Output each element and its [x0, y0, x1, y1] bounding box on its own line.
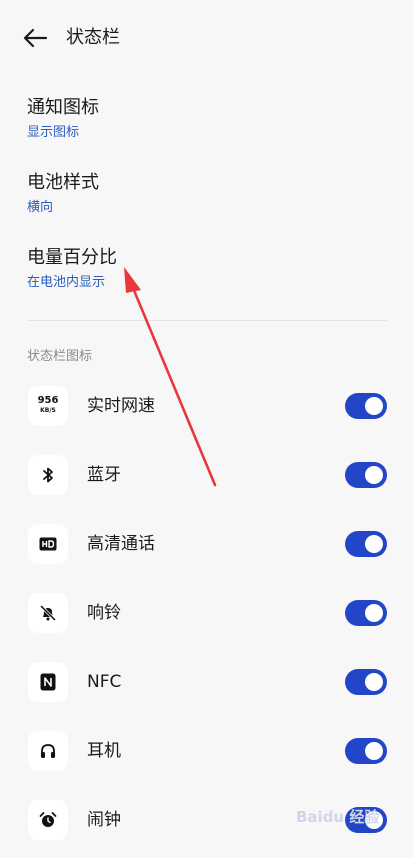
toggle-row-hd-call[interactable]: 高清通话 — [0, 519, 414, 569]
setting-value: 在电池内显示 — [27, 275, 106, 290]
bell-off-icon — [28, 593, 68, 633]
row-label: 耳机 — [87, 741, 121, 761]
row-label: 蓝牙 — [87, 465, 121, 485]
headphones-toggle[interactable] — [345, 738, 387, 764]
toggle-row-ring[interactable]: 响铃 — [0, 588, 414, 638]
headphones-icon — [28, 731, 68, 771]
toggle-row-bluetooth[interactable]: 蓝牙 — [0, 450, 414, 500]
network-speed-toggle[interactable] — [345, 393, 387, 419]
setting-label: 通知图标 — [27, 97, 99, 118]
alarm-icon — [28, 800, 68, 840]
row-label: 高清通话 — [87, 534, 155, 554]
speed-value: 956 — [37, 395, 59, 406]
setting-label: 电池样式 — [27, 172, 99, 193]
bluetooth-toggle[interactable] — [345, 462, 387, 488]
speed-unit: KB/S — [40, 407, 56, 414]
row-label: 响铃 — [87, 603, 121, 623]
row-label: NFC — [87, 672, 122, 692]
hd-call-toggle[interactable] — [345, 531, 387, 557]
toggle-row-network-speed[interactable]: 956 KB/S 实时网速 — [0, 381, 414, 431]
back-arrow-icon[interactable] — [22, 26, 48, 50]
row-label: 闹钟 — [87, 810, 121, 830]
nfc-toggle[interactable] — [345, 669, 387, 695]
divider — [27, 320, 387, 321]
setting-notification-icons[interactable]: 通知图标 显示图标 — [27, 96, 387, 142]
page-title: 状态栏 — [66, 27, 120, 48]
watermark: Baidu 经验 — [296, 808, 380, 826]
setting-label: 电量百分比 — [27, 247, 117, 268]
hd-icon — [28, 524, 68, 564]
row-label: 实时网速 — [87, 396, 155, 416]
setting-value: 显示图标 — [27, 125, 80, 140]
nfc-icon — [28, 662, 68, 702]
bluetooth-icon — [28, 455, 68, 495]
toggle-row-headphones[interactable]: 耳机 — [0, 726, 414, 776]
toggle-row-nfc[interactable]: NFC — [0, 657, 414, 707]
setting-battery-style[interactable]: 电池样式 横向 — [27, 171, 387, 217]
ring-toggle[interactable] — [345, 600, 387, 626]
setting-value: 横向 — [27, 200, 54, 215]
setting-battery-percentage[interactable]: 电量百分比 在电池内显示 — [27, 246, 387, 292]
network-speed-icon: 956 KB/S — [28, 386, 68, 426]
header: 状态栏 — [0, 0, 414, 76]
section-title: 状态栏图标 — [27, 349, 93, 364]
